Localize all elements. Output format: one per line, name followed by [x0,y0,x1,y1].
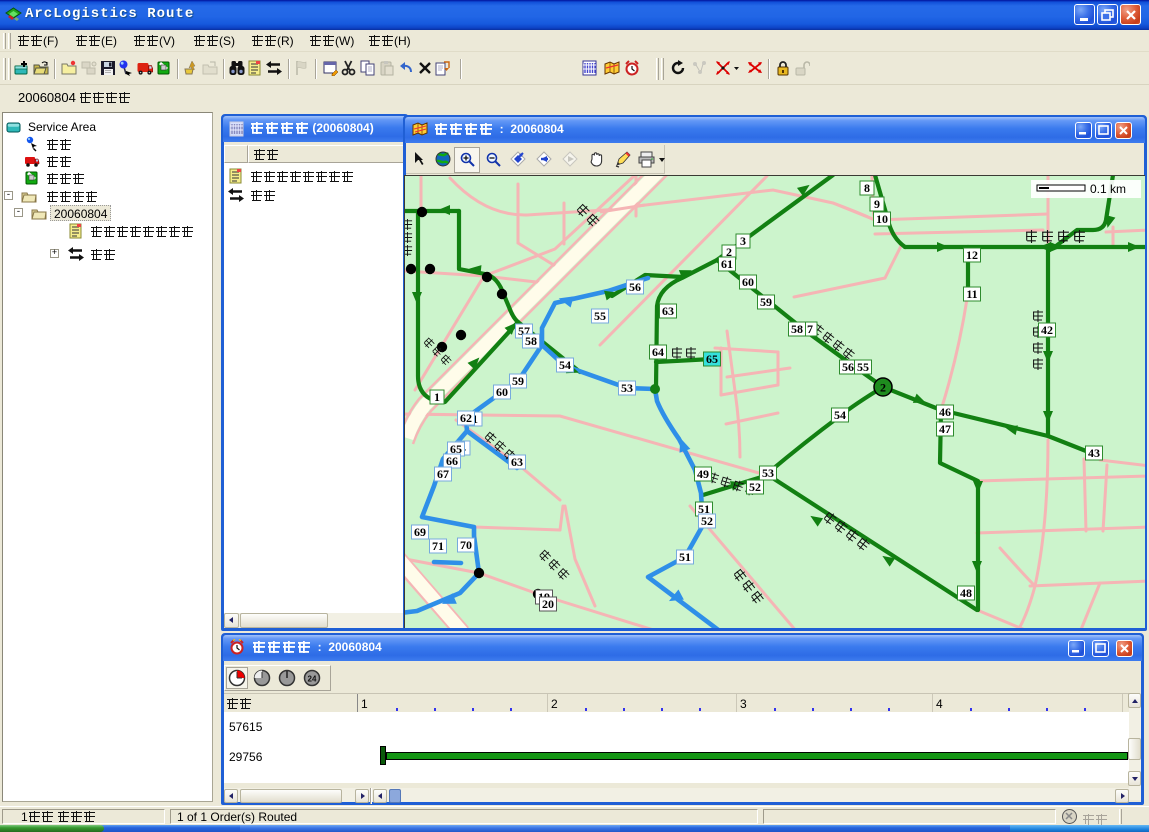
svg-text:2: 2 [880,381,886,395]
svg-text:24: 24 [308,675,317,684]
svg-text:63: 63 [662,304,674,318]
svg-text:10: 10 [876,212,888,226]
svg-text:71: 71 [432,539,444,553]
svg-text:49: 49 [697,467,709,481]
svg-text:53: 53 [762,466,774,480]
svg-text:54: 54 [834,408,846,422]
svg-text:69: 69 [414,525,426,539]
svg-text:52: 52 [749,480,761,494]
svg-text:62: 62 [460,411,472,425]
svg-text:59: 59 [512,374,524,388]
svg-text:7: 7 [807,322,813,336]
svg-text:56: 56 [842,360,854,374]
svg-text:70: 70 [460,538,472,552]
svg-text:66: 66 [446,454,458,468]
svg-text:58: 58 [525,334,537,348]
svg-text:60: 60 [496,385,508,399]
svg-text:54: 54 [559,358,571,372]
svg-text:12: 12 [966,248,978,262]
svg-text:60: 60 [742,275,754,289]
svg-text:67: 67 [437,467,449,481]
svg-text:1: 1 [434,390,440,404]
svg-text:64: 64 [652,345,664,359]
svg-text:53: 53 [621,381,633,395]
svg-text:9: 9 [874,197,880,211]
svg-text:52: 52 [701,514,713,528]
svg-text:3: 3 [740,234,746,248]
svg-text:8: 8 [864,181,870,195]
svg-text:55: 55 [857,360,869,374]
svg-text:59: 59 [760,295,772,309]
svg-text:65: 65 [706,352,718,366]
svg-text:47: 47 [939,422,951,436]
svg-text:43: 43 [1088,446,1100,460]
svg-text:11: 11 [966,287,977,301]
svg-text:51: 51 [679,550,691,564]
svg-text:42: 42 [1041,323,1053,337]
svg-text:61: 61 [721,257,733,271]
svg-text:58: 58 [791,322,803,336]
svg-text:56: 56 [629,280,641,294]
svg-text:48: 48 [960,586,972,600]
svg-text:20: 20 [542,597,554,611]
svg-text:46: 46 [939,405,951,419]
svg-text:55: 55 [594,309,606,323]
svg-text:0.1 km: 0.1 km [1090,182,1126,196]
svg-text:63: 63 [511,455,523,469]
